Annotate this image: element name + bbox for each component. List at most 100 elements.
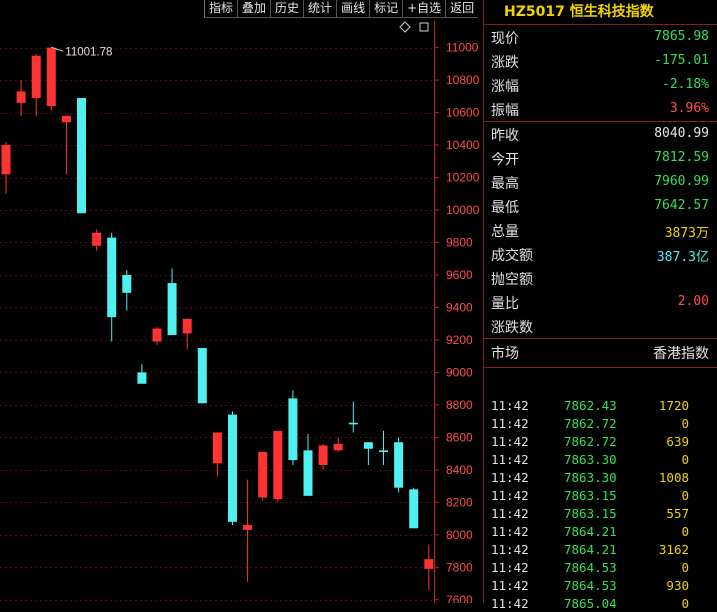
tick-time: 11:42 bbox=[491, 524, 529, 539]
candle-body bbox=[318, 445, 328, 465]
candle-body bbox=[288, 398, 298, 461]
diamond-icon[interactable] bbox=[398, 21, 412, 33]
quote-row: 涨跌 -175.01 bbox=[484, 49, 717, 73]
y-tick-label: 10600 bbox=[446, 106, 480, 120]
tick-time: 11:42 bbox=[491, 434, 529, 449]
square-icon[interactable] bbox=[417, 21, 431, 33]
tick-list[interactable]: 11:42 7862.43 1720 11:42 7862.72 0 11:42 7862.7… bbox=[484, 396, 717, 612]
tick-time: 11:42 bbox=[491, 398, 529, 413]
candle-body bbox=[77, 97, 86, 214]
candle-body bbox=[61, 115, 71, 123]
tick-time: 11:42 bbox=[491, 452, 529, 467]
tick-price: 7862.43 bbox=[564, 398, 617, 413]
y-tick-label: 8000 bbox=[446, 528, 473, 542]
candle-body bbox=[182, 318, 192, 334]
quote-value: -175.01 bbox=[654, 53, 709, 68]
market-value: 香港指数 bbox=[653, 346, 709, 362]
candle-body bbox=[424, 559, 434, 569]
tick-time: 11:42 bbox=[491, 560, 529, 575]
candle-body bbox=[258, 451, 268, 498]
candle-body bbox=[379, 450, 388, 452]
toolbar-button-4[interactable]: 画线 bbox=[336, 0, 370, 18]
toolbar-button-7[interactable]: 返回 bbox=[445, 0, 479, 18]
quote-row: 现价 7865.98 bbox=[484, 25, 717, 49]
quote-label: 涨幅 bbox=[491, 79, 519, 95]
quote-label: 量比 bbox=[491, 296, 519, 312]
tick-volume: 0 bbox=[681, 452, 689, 467]
quote-value: 8040.99 bbox=[654, 126, 709, 141]
quote-label: 抛空额 bbox=[491, 272, 533, 288]
tick-volume: 3162 bbox=[658, 542, 689, 557]
quote-value: 7960.99 bbox=[654, 174, 709, 189]
y-tick-label: 8400 bbox=[446, 463, 473, 477]
tick-price: 7865.04 bbox=[564, 596, 617, 611]
tick-price: 7864.21 bbox=[564, 524, 617, 539]
candle-body bbox=[348, 422, 358, 425]
tick-price: 7862.72 bbox=[564, 434, 617, 449]
candle-body bbox=[243, 525, 253, 530]
quote-row: 涨跌数 bbox=[484, 314, 717, 338]
candle-body bbox=[1, 145, 11, 175]
quote-value: 387.3亿 bbox=[656, 250, 709, 265]
quote-row: 成交额 387.3亿 bbox=[484, 242, 717, 266]
toolbar-button-3[interactable]: 统计 bbox=[303, 0, 337, 18]
kline-chart-area[interactable]: 11000 10800 10600 10400 10200 10000 9800 9600 94… bbox=[0, 0, 483, 603]
candle-body bbox=[92, 232, 102, 246]
tick-price: 7864.53 bbox=[564, 560, 617, 575]
y-tick-label: 10400 bbox=[446, 138, 480, 152]
quote-label: 今开 bbox=[491, 152, 519, 168]
tick-time: 11:42 bbox=[491, 488, 529, 503]
price-details: 昨收 8040.99 今开 7812.59 最高 7960.99 最低 7642.57 总量 38… bbox=[484, 122, 717, 339]
quote-label: 最高 bbox=[491, 176, 519, 192]
toolbar-button-1[interactable]: 叠加 bbox=[237, 0, 271, 18]
y-tick-label: 10800 bbox=[446, 73, 480, 87]
candle-body bbox=[137, 372, 147, 384]
quote-value: -2.18% bbox=[662, 77, 709, 92]
quote-label: 成交额 bbox=[491, 248, 533, 264]
y-tick-label: 9600 bbox=[446, 268, 473, 282]
y-tick-label: 8600 bbox=[446, 430, 473, 444]
quote-label: 涨跌 bbox=[491, 55, 519, 71]
y-tick-label: 7800 bbox=[446, 560, 473, 574]
quote-value: 3.96% bbox=[669, 101, 709, 116]
candle-body bbox=[273, 430, 283, 500]
toolbar-button-5[interactable]: 标记 bbox=[369, 0, 403, 18]
quote-label: 现价 bbox=[491, 31, 519, 47]
quote-value: 7642.57 bbox=[654, 198, 709, 213]
quote-row: 振幅 3.96% bbox=[484, 97, 717, 121]
candle-body bbox=[212, 432, 222, 464]
tick-volume: 930 bbox=[666, 578, 689, 593]
tick-row: 11:42 7864.53 930 bbox=[484, 576, 717, 594]
tick-row: 11:42 7864.21 3162 bbox=[484, 540, 717, 558]
tick-volume: 0 bbox=[681, 416, 689, 431]
tick-volume: 0 bbox=[681, 488, 689, 503]
tick-row: 11:42 7862.43 1720 bbox=[484, 396, 717, 414]
candlestick-chart[interactable]: 11000 10800 10600 10400 10200 10000 9800 9600 94… bbox=[0, 0, 483, 603]
tick-time: 11:42 bbox=[491, 542, 529, 557]
candle-body bbox=[16, 91, 26, 103]
quote-label: 最低 bbox=[491, 200, 519, 216]
chart-toolbar: 指标 叠加 历史 统计 画线 标记 +自选 返回 bbox=[204, 0, 479, 18]
tick-row: 11:42 7864.53 0 bbox=[484, 558, 717, 576]
quote-row: 量比 2.00 bbox=[484, 290, 717, 314]
toolbar-button-2[interactable]: 历史 bbox=[270, 0, 304, 18]
tick-row: 11:42 7862.72 639 bbox=[484, 432, 717, 450]
security-title: HZ5017 恒生科技指数 bbox=[484, 0, 717, 25]
tick-time: 11:42 bbox=[491, 470, 529, 485]
quote-panel: HZ5017 恒生科技指数 现价 7865.98 涨跌 -175.01 涨幅 -2.18%… bbox=[483, 0, 717, 611]
market-row: 市场 香港指数 bbox=[484, 339, 717, 368]
y-tick-label: 8200 bbox=[446, 495, 473, 509]
quote-label: 总量 bbox=[491, 224, 519, 240]
candle-body bbox=[107, 237, 117, 318]
quote-value: 7865.98 bbox=[654, 29, 709, 44]
toolbar-button-6[interactable]: +自选 bbox=[402, 0, 446, 18]
toolbar-button-0[interactable]: 指标 bbox=[204, 0, 238, 18]
tick-volume: 1720 bbox=[658, 398, 689, 413]
tick-volume: 0 bbox=[681, 560, 689, 575]
price-summary: 现价 7865.98 涨跌 -175.01 涨幅 -2.18% 振幅 3.96% bbox=[484, 25, 717, 122]
tick-price: 7862.72 bbox=[564, 416, 617, 431]
y-tick-label: 9800 bbox=[446, 235, 473, 249]
quote-value: 2.00 bbox=[677, 294, 709, 309]
candle-body bbox=[31, 55, 41, 98]
y-tick-label: 8800 bbox=[446, 398, 473, 412]
